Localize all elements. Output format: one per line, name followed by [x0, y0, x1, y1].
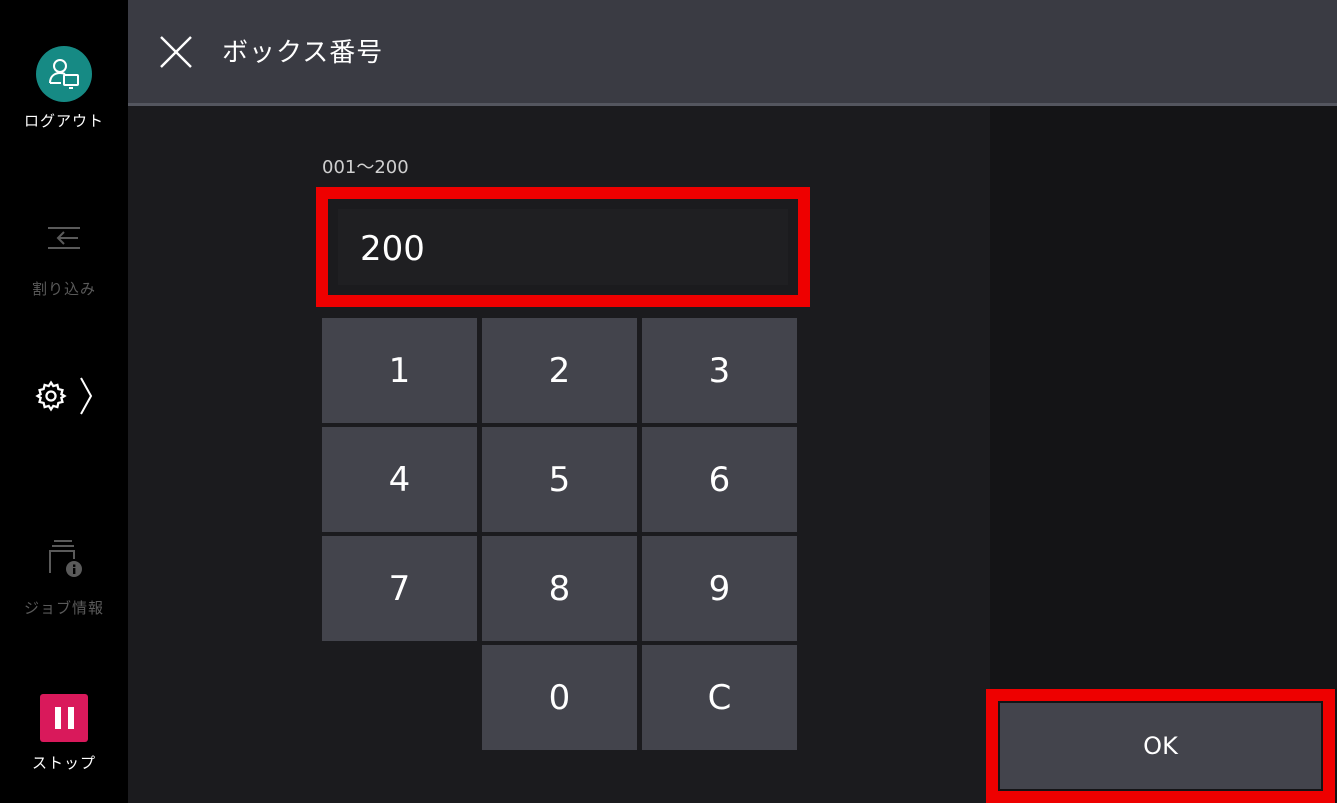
page-title: ボックス番号: [222, 38, 384, 68]
close-icon[interactable]: [158, 34, 194, 70]
header-bar: ボックス番号: [128, 0, 1337, 106]
range-label: 001〜200: [322, 157, 409, 178]
job-info-button[interactable]: ジョブ情報: [0, 535, 128, 618]
key-3[interactable]: 3: [642, 318, 797, 423]
key-1[interactable]: 1: [322, 318, 477, 423]
logout-label: ログアウト: [23, 112, 104, 130]
gear-icon: [34, 379, 68, 417]
box-number-field[interactable]: 200: [338, 209, 788, 285]
key-7[interactable]: 7: [322, 536, 477, 641]
pause-icon: [40, 694, 88, 742]
settings-button[interactable]: [0, 376, 128, 420]
user-monitor-icon: [36, 46, 92, 102]
job-info-label: ジョブ情報: [23, 599, 104, 617]
ok-button-highlight: OK: [986, 689, 1335, 803]
stop-label: ストップ: [31, 754, 96, 772]
key-8[interactable]: 8: [482, 536, 637, 641]
job-info-icon: [0, 535, 128, 583]
ok-button[interactable]: OK: [1000, 703, 1321, 789]
stop-button[interactable]: ストップ: [0, 694, 128, 773]
box-number-field-highlight: 200: [316, 187, 810, 307]
key-4[interactable]: 4: [322, 427, 477, 532]
logout-button[interactable]: ログアウト: [0, 46, 128, 131]
interrupt-label: 割り込み: [31, 280, 96, 298]
key-clear[interactable]: C: [642, 645, 797, 750]
interrupt-icon: [0, 216, 128, 264]
chevron-right-icon: [78, 376, 94, 420]
sidebar: ログアウト 割り込み ジョブ情報 ストップ: [0, 0, 128, 803]
key-6[interactable]: 6: [642, 427, 797, 532]
key-9[interactable]: 9: [642, 536, 797, 641]
key-5[interactable]: 5: [482, 427, 637, 532]
key-2[interactable]: 2: [482, 318, 637, 423]
interrupt-button[interactable]: 割り込み: [0, 216, 128, 299]
key-0[interactable]: 0: [482, 645, 637, 750]
